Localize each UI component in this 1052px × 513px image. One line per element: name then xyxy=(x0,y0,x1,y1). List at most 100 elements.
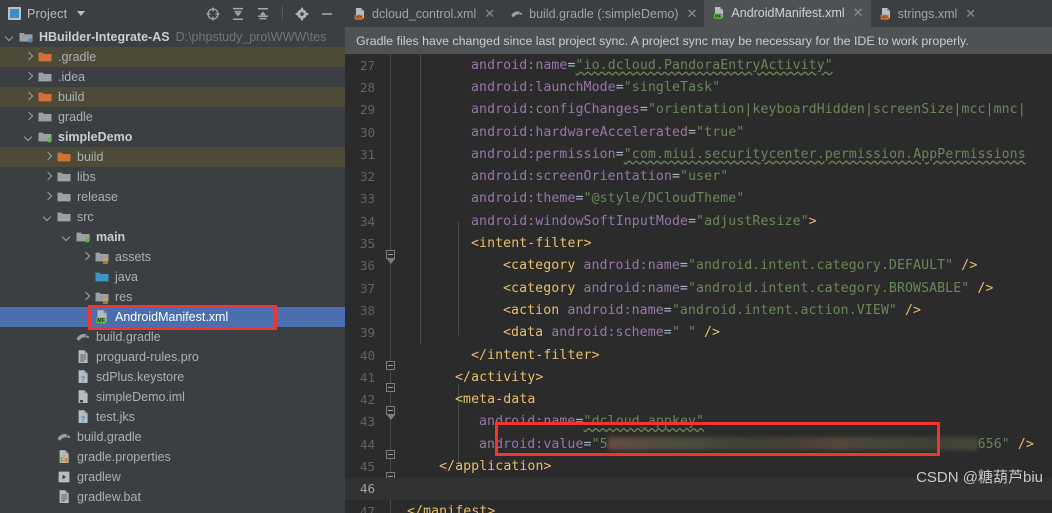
module-folder-icon xyxy=(18,29,34,45)
code-line-30[interactable]: 30 android:hardwareAccelerated="true" xyxy=(345,121,1052,143)
chevron-right-icon[interactable] xyxy=(80,252,91,263)
collapse-all-icon[interactable] xyxy=(255,6,271,22)
code-line-35[interactable]: 35 <intent-filter> xyxy=(345,232,1052,264)
svg-text:MF: MF xyxy=(97,318,105,324)
chevron-down-icon[interactable] xyxy=(23,132,34,143)
tree-row-sdplus-keystore[interactable]: ? sdPlus.keystore xyxy=(0,367,345,387)
tree-row-libs[interactable]: libs xyxy=(0,167,345,187)
line-number: 29 xyxy=(359,102,375,118)
close-icon[interactable]: ✕ xyxy=(965,7,976,20)
code-line-36[interactable]: 36 <category android:name="android.intent… xyxy=(345,255,1052,277)
csdn-watermark: CSDN @糖葫芦biu xyxy=(916,469,1043,486)
chevron-down-icon[interactable] xyxy=(4,32,15,43)
tree-row-src[interactable]: src xyxy=(0,207,345,227)
tree-row-build[interactable]: build xyxy=(0,87,345,107)
code-line-34[interactable]: 34 android:windowSoftInputMode="adjustRes… xyxy=(345,210,1052,232)
chevron-right-icon[interactable] xyxy=(42,152,53,163)
tree-row-main[interactable]: main xyxy=(0,227,345,247)
folder-grey-icon xyxy=(56,169,72,185)
line-number: 47 xyxy=(359,503,375,513)
code-text: </application> xyxy=(439,458,552,474)
tree-row-test-jks[interactable]: ? test.jks xyxy=(0,407,345,427)
code-line-27[interactable]: 27 android:name="io.dcloud.PandoraEntryAc… xyxy=(345,54,1052,76)
tree-row-gradlew[interactable]: gradlew xyxy=(0,467,345,487)
code-line-28[interactable]: 28 android:launchMode="singleTask" xyxy=(345,76,1052,98)
tree-row-idea[interactable]: .idea xyxy=(0,67,345,87)
tree-row-res[interactable]: res xyxy=(0,287,345,307)
tree-row-gradlew-bat[interactable]: gradlew.bat xyxy=(0,487,345,507)
code-line-32[interactable]: 32 android:screenOrientation="user" xyxy=(345,165,1052,187)
editor-tab-androidmanifest-xml[interactable]: MF AndroidManifest.xml ✕ xyxy=(704,0,871,27)
hide-minimize-icon[interactable] xyxy=(319,6,335,22)
settings-gear-icon[interactable] xyxy=(294,6,310,22)
code-text: android:screenOrientation="user" xyxy=(471,169,729,185)
module-folder-icon xyxy=(75,229,91,245)
svg-text:?: ? xyxy=(81,415,86,424)
tree-row-label: simpleDemo xyxy=(58,130,133,144)
module-folder-icon xyxy=(37,129,53,145)
folder-grey-icon xyxy=(56,209,72,225)
code-text: </intent-filter> xyxy=(471,347,600,363)
close-icon[interactable]: ✕ xyxy=(687,7,698,20)
code-text: android:name="dcloud_appkey" xyxy=(479,414,705,430)
tree-row-label: build xyxy=(58,90,85,104)
tree-row-gradle[interactable]: .gradle xyxy=(0,47,345,67)
code-line-41[interactable]: 41 </activity> xyxy=(345,366,1052,393)
tree-row-assets[interactable]: assets xyxy=(0,247,345,267)
tree-row-root[interactable]: HBuilder-Integrate-AS D:\phpstudy_pro\WW… xyxy=(0,27,345,47)
line-number: 36 xyxy=(359,258,375,274)
code-text: android:value="5 656" /> xyxy=(479,436,1034,452)
tree-row-build-gradle[interactable]: build.gradle xyxy=(0,427,345,447)
code-line-47[interactable]: 47 </manifest> xyxy=(345,500,1052,513)
tree-row-label: gradle xyxy=(58,110,93,124)
chevron-right-icon[interactable] xyxy=(23,52,34,63)
code-line-42[interactable]: 42 <meta-data xyxy=(345,388,1052,420)
tree-row-simpledemo-iml[interactable]: simpleDemo.iml xyxy=(0,387,345,407)
editor-tab-strings-xml[interactable]: </> strings.xml ✕ xyxy=(871,0,984,27)
tree-row-label: assets xyxy=(115,250,152,264)
tree-row-androidmanifest-xml[interactable]: MF AndroidManifest.xml xyxy=(0,307,345,327)
code-text: android:configChanges="orientation|keybo… xyxy=(471,102,1026,118)
close-icon[interactable]: ✕ xyxy=(484,7,495,20)
project-tree[interactable]: HBuilder-Integrate-AS D:\phpstudy_pro\WW… xyxy=(0,27,345,513)
folder-orange-icon xyxy=(37,89,53,105)
tree-row-simpledemo[interactable]: simpleDemo xyxy=(0,127,345,147)
code-line-37[interactable]: 37 <category android:name="android.intent… xyxy=(345,277,1052,299)
code-line-38[interactable]: 38 <action android:name="android.intent.a… xyxy=(345,299,1052,321)
code-line-31[interactable]: 31 android:permission="com.miui.securityc… xyxy=(345,143,1052,165)
expand-all-icon[interactable] xyxy=(230,6,246,22)
chevron-down-icon[interactable] xyxy=(42,212,53,223)
editor-tab-build-gradle-simpledemo[interactable]: build.gradle (:simpleDemo) ✕ xyxy=(502,0,704,27)
tree-row-proguard-rules-pro[interactable]: proguard-rules.pro xyxy=(0,347,345,367)
project-title-group[interactable]: Project xyxy=(8,7,86,21)
tree-row-java[interactable]: java xyxy=(0,267,345,287)
tree-row-build[interactable]: build xyxy=(0,147,345,167)
tree-row-gradle-properties[interactable]: gradle.properties xyxy=(0,447,345,467)
code-line-39[interactable]: 39 <data android:scheme=" " /> xyxy=(345,322,1052,344)
chevron-right-icon[interactable] xyxy=(80,292,91,303)
gradle-sync-notification[interactable]: Gradle files have changed since last pro… xyxy=(345,27,1052,54)
code-editor[interactable]: 27 android:name="io.dcloud.PandoraEntryAc… xyxy=(345,54,1052,513)
editor-tab-dcloud-control-xml[interactable]: </> dcloud_control.xml ✕ xyxy=(345,0,502,27)
code-line-40[interactable]: 40 </intent-filter> xyxy=(345,344,1052,370)
chevron-right-icon[interactable] xyxy=(42,192,53,203)
code-line-29[interactable]: 29 android:configChanges="orientation|key… xyxy=(345,99,1052,121)
close-icon[interactable]: ✕ xyxy=(853,6,864,19)
tree-row-release[interactable]: release xyxy=(0,187,345,207)
tree-row-build-gradle[interactable]: build.gradle xyxy=(0,327,345,347)
code-line-33[interactable]: 33 android:theme="@style/DCloudTheme" xyxy=(345,188,1052,210)
locate-target-icon[interactable] xyxy=(205,6,221,22)
chevron-right-icon[interactable] xyxy=(23,92,34,103)
chevron-right-icon[interactable] xyxy=(23,112,34,123)
chevron-right-icon[interactable] xyxy=(23,72,34,83)
chevron-down-icon[interactable] xyxy=(61,232,72,243)
chevron-right-icon[interactable] xyxy=(42,172,53,183)
folder-assets-icon xyxy=(94,249,110,265)
code-line-44[interactable]: 44 android:value="5 656" /> xyxy=(345,433,1052,460)
code-text: </manifest> xyxy=(407,503,496,513)
tree-row-gradle[interactable]: gradle xyxy=(0,107,345,127)
code-line-43[interactable]: 43 android:name="dcloud_appkey" xyxy=(345,411,1052,433)
chevron-down-icon[interactable] xyxy=(77,11,86,16)
code-text: android:hardwareAccelerated="true" xyxy=(471,124,745,140)
